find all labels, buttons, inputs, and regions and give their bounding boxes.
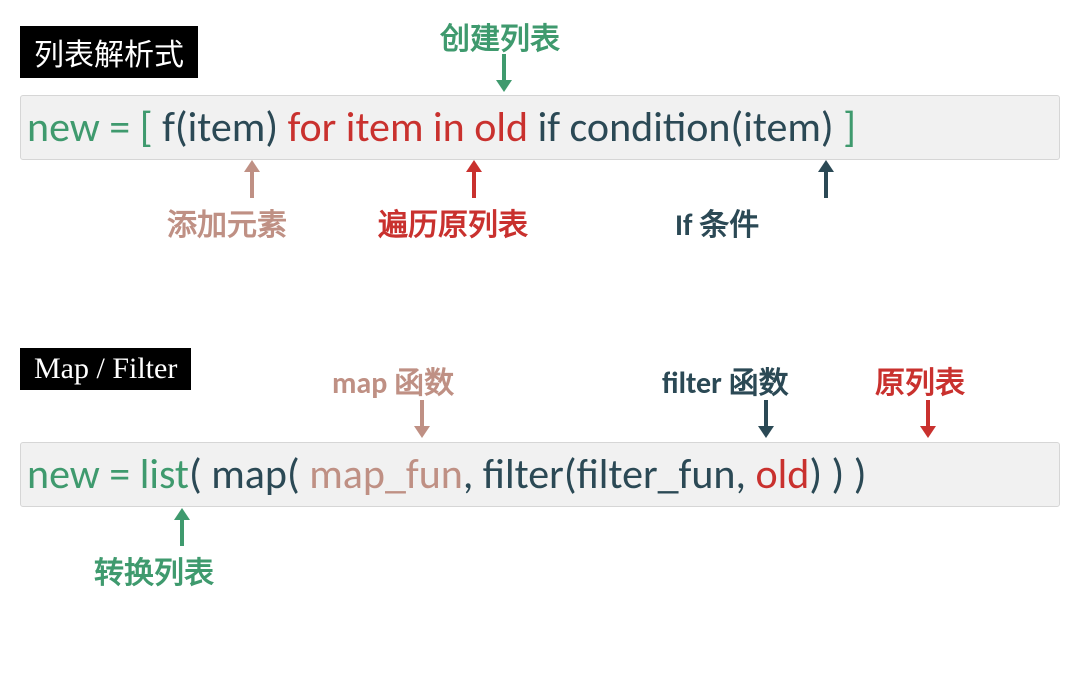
code-token: list — [140, 449, 189, 500]
annot-map-fn: map 函数 — [332, 358, 454, 402]
code-token: ] — [843, 102, 856, 153]
code-listcomp: new = [ f(item) for item in old if condi… — [20, 95, 1060, 160]
annot-to-list: 转换列表 — [94, 548, 214, 592]
code-token: ) ) ) — [809, 449, 866, 500]
arrow-up-icon — [238, 160, 266, 200]
code-token: new = — [27, 102, 140, 153]
tag-list-comp: 列表解析式 — [20, 26, 198, 78]
code-token: if condition(item) — [538, 102, 844, 153]
annot-orig-list: 原列表 — [875, 358, 965, 402]
code-mapfilter: new = list( map( map_fun, filter(filter_… — [20, 442, 1060, 507]
code-token: filter_fun — [577, 449, 736, 500]
tag-map-filter: Map / Filter — [20, 348, 191, 390]
arrow-down-icon — [752, 398, 780, 438]
annot-filter-fn: filter 函数 — [662, 358, 789, 402]
arrow-down-icon — [914, 398, 942, 438]
code-token: , — [735, 449, 755, 500]
annot-add-element: 添加元素 — [167, 200, 287, 244]
annot-iterate: 遍历原列表 — [378, 200, 528, 244]
code-token: map_fun — [309, 449, 463, 500]
code-token: f(item) — [162, 102, 288, 153]
code-token: old — [755, 449, 809, 500]
arrow-up-icon — [460, 160, 488, 200]
code-token: ( map( — [189, 449, 309, 500]
code-token: , filter( — [463, 449, 577, 500]
arrow-up-icon — [812, 160, 840, 200]
code-token: for item in old — [288, 102, 538, 153]
code-token: [ — [140, 102, 162, 153]
code-token: new = — [27, 449, 140, 500]
arrow-down-icon — [490, 52, 518, 92]
arrow-down-icon — [408, 398, 436, 438]
arrow-up-icon — [168, 508, 196, 548]
annot-if-cond: If 条件 — [675, 200, 759, 244]
